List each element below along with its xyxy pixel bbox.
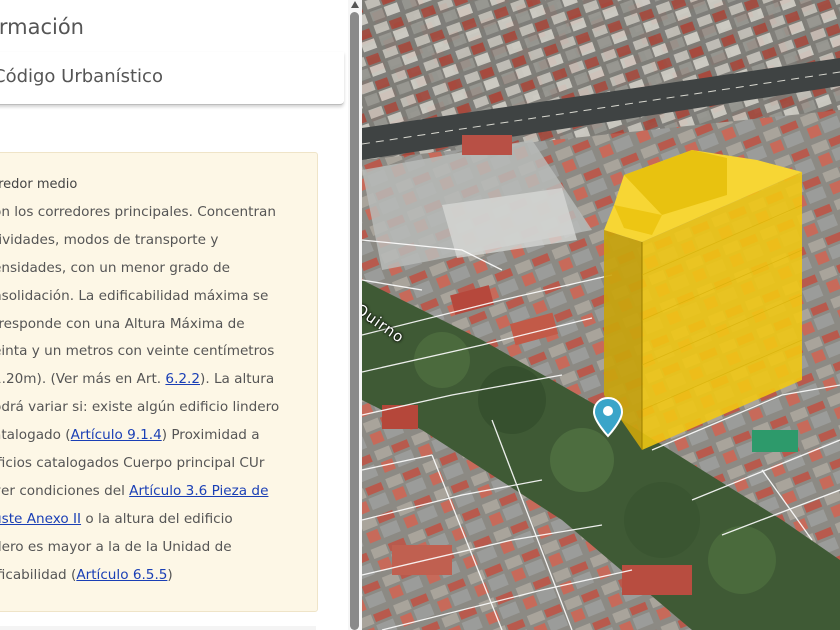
map-3d-view[interactable]: Quirno: [362, 0, 840, 630]
description-line: dero es mayor a la de la Unidad de: [0, 534, 323, 562]
description-line: odrá variar si: existe algún edificio li…: [0, 394, 323, 422]
description-line: nsolidación. La edificabilidad máxima se: [0, 283, 323, 311]
description-line: uste Anexo II o la altura del edificio: [0, 506, 323, 534]
description-text: ver condiciones del: [0, 482, 130, 499]
description-line: ificabilidad (Artículo 6.5.5): [0, 562, 323, 590]
description-text: o la altura del edificio: [81, 510, 233, 527]
description-text: on los corredores principales. Concentra…: [0, 204, 276, 220]
zoning-heading: rredor medio: [0, 177, 78, 192]
article-link[interactable]: 6.2.2: [165, 371, 200, 387]
panel-scrollbar[interactable]: [348, 0, 362, 630]
description-line: einta y un metros con veinte centímetros: [0, 338, 323, 366]
article-link[interactable]: Artículo 9.1.4: [71, 427, 162, 443]
scrollbar-thumb[interactable]: [350, 12, 359, 630]
scroll-up-arrow-icon[interactable]: [350, 0, 360, 10]
description-line: ensidades, con un menor grado de: [0, 255, 323, 283]
description-text: nsolidación. La edificabilidad máxima se: [0, 287, 269, 304]
description-line: ificios catalogados Cuerpo principal CUr: [0, 450, 323, 478]
description-line: ver condiciones del Artículo 3.6 Pieza d…: [0, 478, 323, 506]
description-text: ): [167, 566, 173, 583]
description-line: atalogado (Artículo 9.1.4) Proximidad a: [0, 422, 323, 450]
description-text: ensidades, con un menor grado de: [0, 259, 231, 276]
description-line: on los corredores principales. Concentra…: [0, 199, 323, 227]
info-panel: ormación Código Urbanístico rredor medio…: [0, 0, 348, 630]
description-text: 1.20m). (Ver más en Art.: [0, 371, 166, 388]
description-text: ificabilidad (: [0, 566, 77, 583]
description-text: ificios catalogados Cuerpo principal CUr: [0, 455, 265, 472]
description-text: ). La altura: [200, 371, 275, 388]
description-text: atalogado (: [0, 427, 71, 444]
description-text: tividades, modos de transporte y: [0, 231, 219, 248]
description-text: odrá variar si: existe algún edificio li…: [0, 399, 280, 416]
description-text: dero es mayor a la de la Unidad de: [0, 538, 232, 555]
article-link[interactable]: uste Anexo II: [0, 511, 81, 527]
description-line: rresponde con una Altura Máxima de: [0, 311, 323, 339]
article-link[interactable]: Artículo 3.6 Pieza de: [129, 483, 268, 499]
description-line: tividades, modos de transporte y: [0, 227, 323, 255]
codigo-urbanistico-header[interactable]: Código Urbanístico: [0, 52, 344, 105]
panel-title: ormación: [0, 15, 84, 39]
next-section-edge: [0, 626, 316, 630]
description-text: einta y un metros con veinte centímetros: [0, 343, 275, 360]
description-text: ) Proximidad a: [161, 427, 260, 444]
zoning-info-box: rredor medio on los corredores principal…: [0, 152, 318, 612]
zoning-description: on los corredores principales. Concentra…: [0, 199, 323, 589]
codigo-urbanistico-label: Código Urbanístico: [0, 66, 163, 87]
article-link[interactable]: Artículo 6.5.5: [76, 567, 167, 583]
description-line: 1.20m). (Ver más en Art. 6.2.2). La altu…: [0, 366, 323, 394]
description-text: rresponde con una Altura Máxima de: [0, 315, 245, 332]
